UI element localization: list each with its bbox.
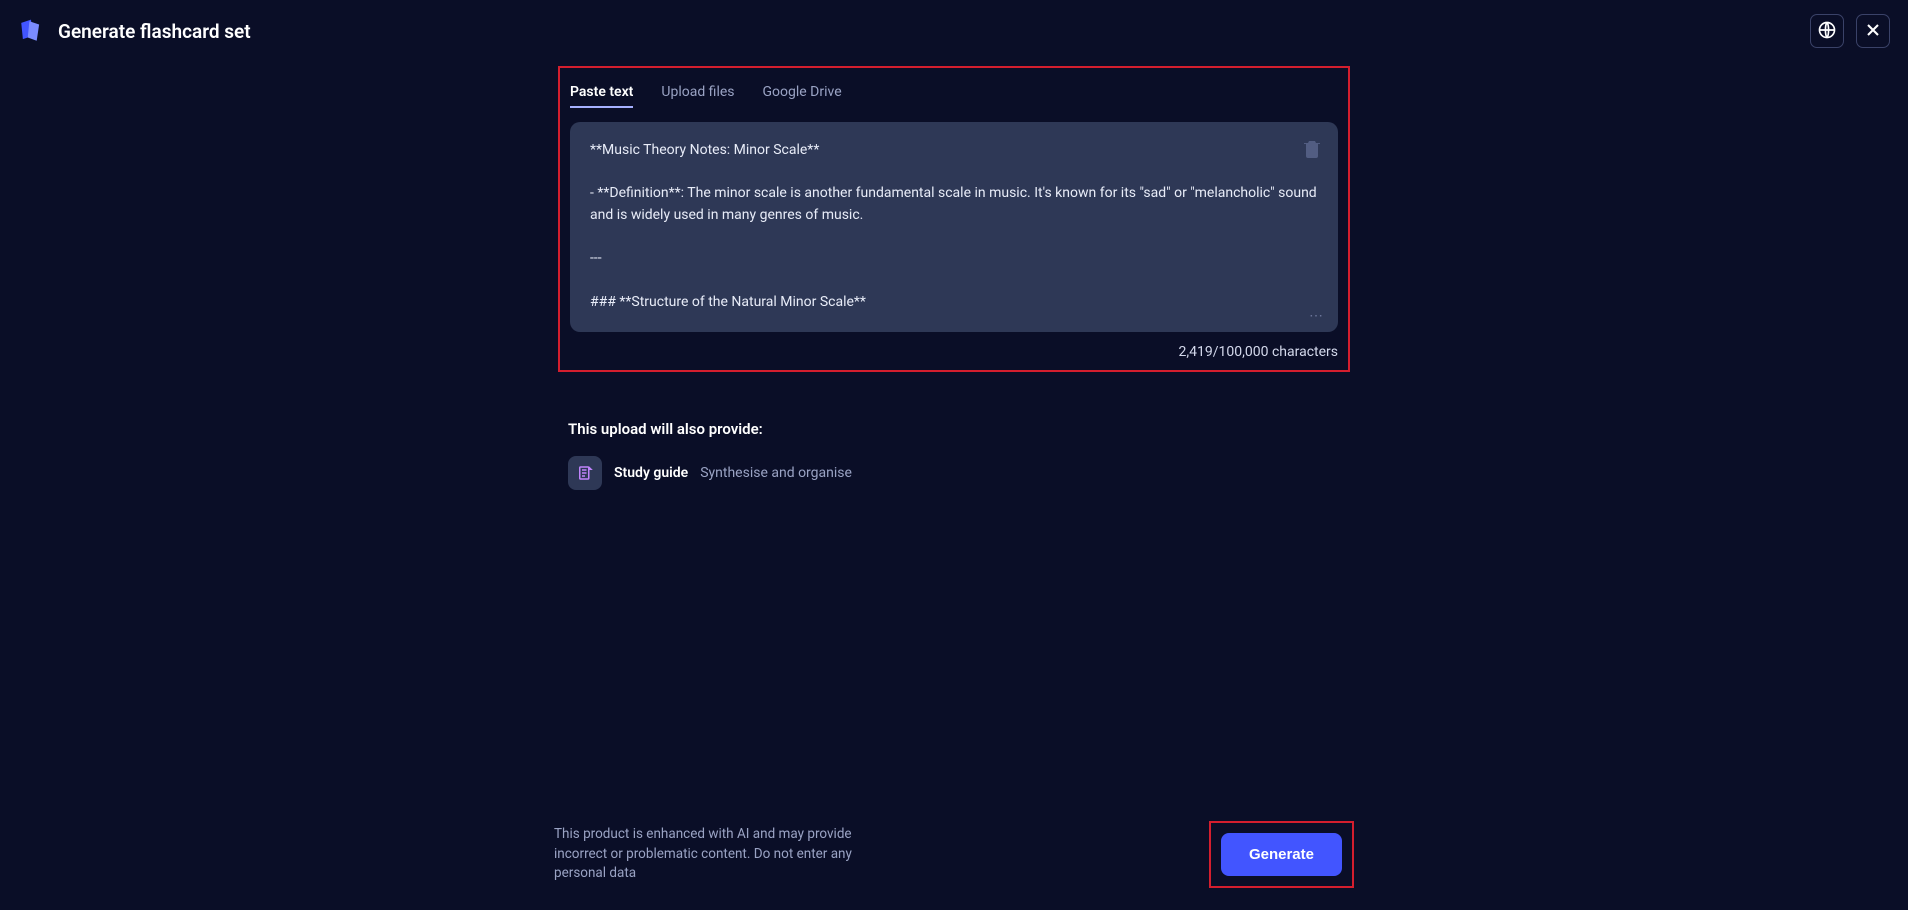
header-left: Generate flashcard set: [18, 18, 251, 44]
also-provide-section: This upload will also provide: Study gui…: [558, 420, 1350, 490]
close-button[interactable]: [1856, 14, 1890, 48]
main-content: Paste text Upload files Google Drive **M…: [554, 66, 1354, 490]
input-tabs: Paste text Upload files Google Drive: [560, 78, 1348, 108]
text-input-panel[interactable]: **Music Theory Notes: Minor Scale** - **…: [570, 122, 1338, 332]
footer: This product is enhanced with AI and may…: [554, 821, 1354, 888]
globe-button[interactable]: [1810, 14, 1844, 48]
study-guide-icon: [568, 456, 602, 490]
trash-icon: [1304, 143, 1320, 162]
header: Generate flashcard set: [0, 0, 1908, 62]
input-highlight-region: Paste text Upload files Google Drive **M…: [558, 66, 1350, 372]
header-actions: [1810, 14, 1890, 48]
provide-item-study-guide: Study guide Synthesise and organise: [568, 456, 1340, 490]
also-provide-heading: This upload will also provide:: [568, 420, 1340, 438]
ai-disclaimer: This product is enhanced with AI and may…: [554, 825, 894, 884]
character-count: 2,419/100,000 characters: [560, 344, 1338, 360]
app-logo-icon: [18, 18, 44, 44]
tab-upload-files[interactable]: Upload files: [661, 78, 734, 108]
generate-button[interactable]: Generate: [1221, 833, 1342, 876]
page-title: Generate flashcard set: [58, 20, 251, 43]
clear-text-button[interactable]: [1304, 140, 1320, 162]
text-input-content[interactable]: **Music Theory Notes: Minor Scale** - **…: [590, 140, 1318, 314]
tab-google-drive[interactable]: Google Drive: [763, 78, 842, 108]
generate-highlight-region: Generate: [1209, 821, 1354, 888]
resize-handle-icon[interactable]: ⋯: [1309, 308, 1324, 324]
close-icon: [1863, 20, 1883, 43]
globe-icon: [1817, 20, 1837, 43]
tab-paste-text[interactable]: Paste text: [570, 78, 633, 108]
provide-item-desc: Synthesise and organise: [700, 465, 852, 481]
provide-item-label: Study guide: [614, 465, 688, 481]
